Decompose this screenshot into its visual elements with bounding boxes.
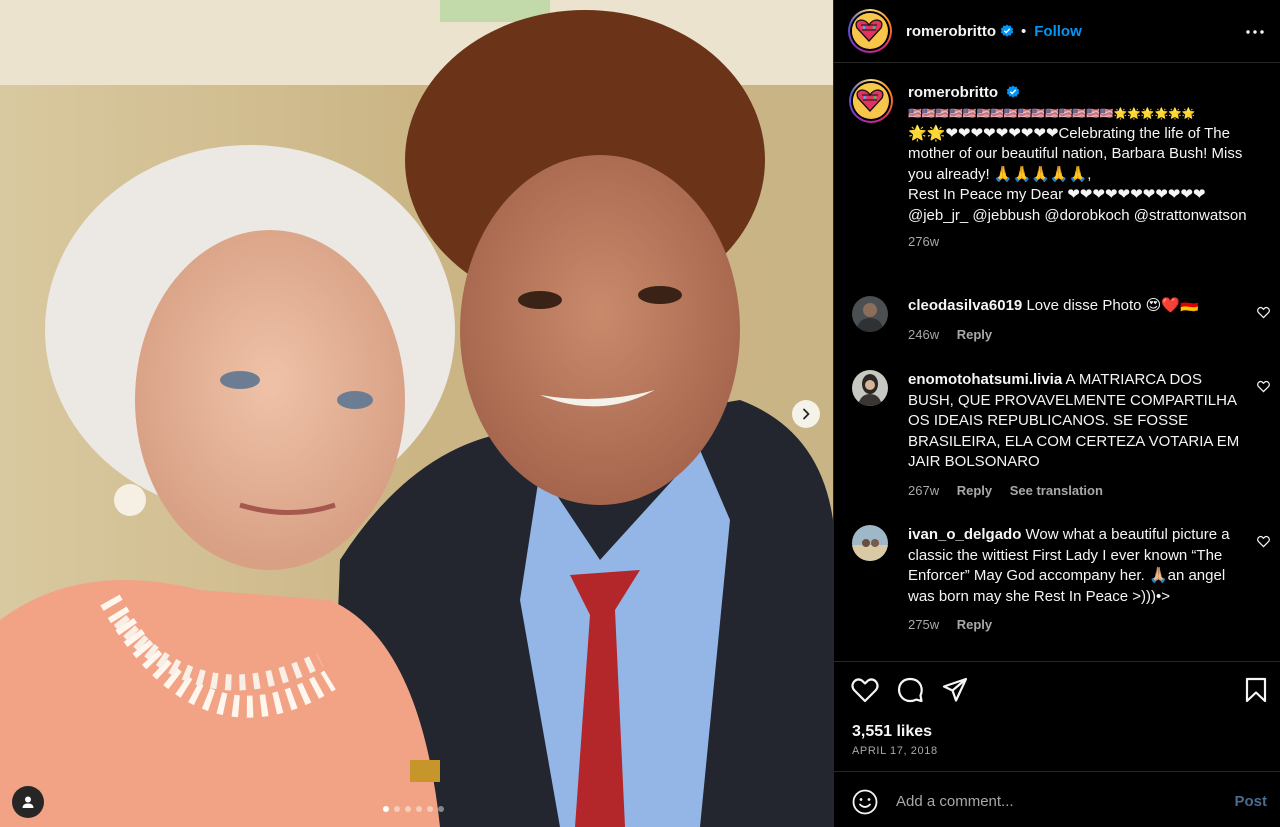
carousel-dot: [427, 806, 433, 812]
next-slide-button[interactable]: [792, 400, 820, 428]
carousel-dot: [394, 806, 400, 812]
carousel-dot: [438, 806, 444, 812]
comment-like-icon[interactable]: [1257, 535, 1270, 548]
caption-age: 276w: [908, 234, 940, 249]
verified-badge-icon: [1006, 85, 1020, 98]
comment-avatar[interactable]: [852, 525, 888, 561]
author-username[interactable]: romerobritto: [906, 23, 996, 40]
emoji-icon[interactable]: [852, 789, 878, 815]
heart-art-icon: [852, 13, 886, 47]
carousel-dot: [416, 806, 422, 812]
follow-button[interactable]: Follow: [1034, 23, 1082, 40]
comment-input[interactable]: [896, 789, 1216, 813]
comment-age: 267w: [908, 482, 940, 498]
post-photo: [0, 0, 833, 827]
comment-avatar[interactable]: [852, 370, 888, 406]
avatar-photo: [852, 370, 888, 406]
post-media[interactable]: [0, 0, 833, 827]
post-comment-button[interactable]: Post: [1234, 793, 1267, 810]
avatar-photo: [852, 296, 888, 332]
verified-badge-icon: [1000, 24, 1014, 37]
heart-art-icon: [853, 83, 887, 117]
reply-button[interactable]: Reply: [957, 327, 992, 342]
post-side-panel: romerobritto • Follow romerobritto 🇺🇸🇺🇸🇺…: [833, 0, 1280, 827]
comment-like-icon[interactable]: [1257, 380, 1270, 393]
caption-avatar[interactable]: [849, 79, 893, 123]
tagged-user-icon: [22, 796, 34, 808]
like-icon[interactable]: [851, 677, 879, 703]
author-avatar[interactable]: [848, 9, 892, 53]
caption-line-3: Rest In Peace my Dear ❤❤❤❤❤❤❤❤❤❤❤: [908, 186, 1206, 203]
reply-button[interactable]: Reply: [957, 483, 992, 498]
comment-like-icon[interactable]: [1257, 306, 1270, 319]
comment-age: 246w: [908, 326, 940, 342]
share-icon[interactable]: [941, 676, 969, 704]
comments-list[interactable]: romerobritto 🇺🇸🇺🇸🇺🇸🇺🇸🇺🇸🇺🇸🇺🇸🇺🇸🇺🇸🇺🇸🇺🇸🇺🇸🇺🇸🇺…: [834, 64, 1280, 660]
comment-username[interactable]: ivan_o_delgado: [908, 526, 1021, 543]
comment-text: Love disse Photo 😍❤️🇩🇪: [1026, 297, 1199, 314]
more-options-icon[interactable]: [1245, 22, 1265, 42]
carousel-dot: [383, 806, 389, 812]
comment-username[interactable]: enomotohatsumi.livia: [908, 371, 1062, 388]
tagged-users-button[interactable]: [12, 786, 44, 818]
comment-icon[interactable]: [896, 676, 924, 704]
likes-count[interactable]: 3,551 likes: [852, 723, 932, 741]
save-icon[interactable]: [1243, 676, 1269, 704]
caption-mentions[interactable]: @jeb_jr_ @jebbush @dorobkoch @strattonwa…: [908, 206, 1248, 227]
comment-avatar[interactable]: [852, 296, 888, 332]
reply-button[interactable]: Reply: [957, 617, 992, 632]
post-header: romerobritto • Follow: [834, 0, 1280, 63]
caption-line-2: 🌟🌟❤❤❤❤❤❤❤❤❤Celebrating the life of The m…: [908, 124, 1243, 183]
comment-username[interactable]: cleodasilva6019: [908, 297, 1022, 314]
add-comment-bar: Post: [834, 771, 1280, 827]
carousel-dot: [405, 806, 411, 812]
see-translation-button[interactable]: See translation: [1010, 483, 1103, 498]
post-date: APRIL 17, 2018: [852, 745, 938, 757]
comment-age: 275w: [908, 617, 940, 632]
avatar-photo: [852, 525, 888, 561]
caption-username[interactable]: romerobritto: [908, 84, 998, 101]
post-actions: 3,551 likes APRIL 17, 2018: [834, 661, 1280, 771]
header-separator: •: [1021, 22, 1027, 40]
carousel-indicator: [383, 806, 444, 812]
next-slide-icon: [803, 408, 810, 420]
caption-line-1: 🇺🇸🇺🇸🇺🇸🇺🇸🇺🇸🇺🇸🇺🇸🇺🇸🇺🇸🇺🇸🇺🇸🇺🇸🇺🇸🇺🇸🇺🇸🌟🌟🌟🌟🌟🌟: [908, 107, 1196, 120]
